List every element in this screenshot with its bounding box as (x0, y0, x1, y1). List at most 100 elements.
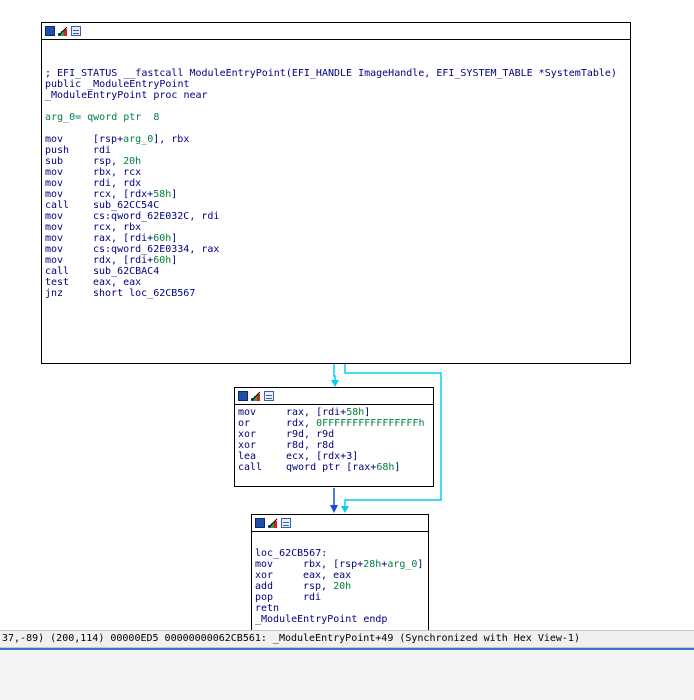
operands: cs:qword_62E032C, rdi (93, 211, 220, 222)
mnemonic: add (255, 581, 274, 592)
instruction-row[interactable]: mov rcx, [rdx+58h] (45, 189, 633, 200)
mnemonic: pop (255, 592, 274, 603)
instruction-row[interactable]: push rdi (45, 145, 633, 156)
edit-node-icon[interactable] (251, 391, 261, 401)
mnemonic: mov (45, 222, 64, 233)
graph-node-exit[interactable]: loc_62CB567: mov rbx, [rsp+28h+arg_0]xor e… (251, 514, 429, 630)
mnemonic: sub (45, 156, 64, 167)
mnemonic: mov (238, 407, 257, 418)
mnemonic: mov (45, 178, 64, 189)
graph-node-fallthrough[interactable]: mov rax, [rdi+58h] or rdx, 0FFFFFFFFFFFFFFF… (234, 387, 434, 487)
operands: rsp, 20h (303, 581, 352, 592)
instruction-row[interactable]: pop rdi (255, 592, 431, 603)
node-title-bar (42, 23, 630, 40)
instruction-row[interactable]: call sub_62CC54C (45, 200, 633, 211)
graph-node-entry[interactable]: ; EFI_STATUS __fastcall ModuleEntryPoint… (41, 22, 631, 364)
edge-jnz-arrow (341, 506, 349, 513)
instruction-row[interactable]: call qword ptr [rax+68h] (238, 462, 436, 473)
mnemonic: retn (255, 603, 280, 614)
edit-node-icon[interactable] (268, 518, 278, 528)
text-view-icon[interactable] (264, 391, 274, 401)
operands: qword ptr [rax+68h] (286, 462, 401, 473)
bottom-panel-divider (0, 648, 694, 650)
edit-node-icon[interactable] (58, 26, 68, 36)
instruction-row[interactable]: mov rbx, rcx (45, 167, 633, 178)
mnemonic: call (45, 266, 70, 277)
operands: sub_62CC54C (93, 200, 160, 211)
operands: rcx, rbx (93, 222, 142, 233)
operands: rdi (93, 145, 112, 156)
node-title-bar (252, 515, 428, 532)
edge-fallthrough-arrow (331, 380, 339, 387)
mnemonic: mov (45, 255, 64, 266)
mnemonic: lea (238, 451, 257, 462)
instruction-row[interactable]: xor eax, eax (255, 570, 431, 581)
mnemonic: mov (45, 134, 64, 145)
mnemonic: push (45, 145, 70, 156)
operands: rbx, rcx (93, 167, 142, 178)
proc-declaration: _ModuleEntryPoint proc near (45, 90, 208, 101)
graph-canvas[interactable]: ; EFI_STATUS __fastcall ModuleEntryPoint… (0, 0, 694, 630)
mnemonic: jnz (45, 288, 64, 299)
function-signature-comment: ; EFI_STATUS __fastcall ModuleEntryPoint… (45, 68, 617, 79)
instruction-row[interactable]: xor r9d, r9d (238, 429, 436, 440)
operands: rax, [rdi+60h] (93, 233, 178, 244)
instruction-row[interactable]: mov cs:qword_62E0334, rax (45, 244, 633, 255)
edge-flow-arrow (330, 505, 338, 513)
mnemonic: mov (45, 167, 64, 178)
operands: rbx, [rsp+28h+arg_0] (303, 559, 424, 570)
graph-node-icon[interactable] (255, 518, 265, 528)
mnemonic: xor (255, 570, 274, 581)
node-title-bar (235, 388, 433, 405)
text-view-icon[interactable] (281, 518, 291, 528)
mnemonic: or (238, 418, 251, 429)
instruction-row[interactable]: mov [rsp+arg_0], rbx (45, 134, 633, 145)
operands: eax, eax (303, 570, 352, 581)
location-label: loc_62CB567: (255, 548, 328, 559)
mnemonic: call (238, 462, 263, 473)
operands: r8d, r8d (286, 440, 335, 451)
instruction-row[interactable]: mov rbx, [rsp+28h+arg_0] (255, 559, 431, 570)
mnemonic: mov (45, 211, 64, 222)
instruction-row[interactable]: call sub_62CBAC4 (45, 266, 633, 277)
operands: r9d, r9d (286, 429, 335, 440)
operands: rsp, 20h (93, 156, 142, 167)
instruction-row[interactable]: mov cs:qword_62E032C, rdi (45, 211, 633, 222)
instruction-row[interactable]: mov rax, [rdi+60h] (45, 233, 633, 244)
instruction-row[interactable]: xor r8d, r8d (238, 440, 436, 451)
operands: eax, eax (93, 277, 142, 288)
instruction-row[interactable]: add rsp, 20h (255, 581, 431, 592)
instruction-row[interactable]: retn (255, 603, 431, 614)
mnemonic: call (45, 200, 70, 211)
status-bar-text: 37,-89) (200,114) 00000ED5 00000000062CB… (2, 633, 580, 644)
operands: cs:qword_62E0334, rax (93, 244, 220, 255)
instruction-row[interactable]: lea ecx, [rdx+3] (238, 451, 436, 462)
instruction-row[interactable]: mov rdi, rdx (45, 178, 633, 189)
endp-declaration: _ModuleEntryPoint endp (255, 614, 388, 625)
operands: rdi, rdx (93, 178, 142, 189)
operands: rdx, [rdi+60h] (93, 255, 178, 266)
mnemonic: xor (238, 429, 257, 440)
operands: rdi (303, 592, 322, 603)
operands: rdx, 0FFFFFFFFFFFFFFFFh (286, 418, 425, 429)
instruction-row[interactable]: jnz short loc_62CB567 (45, 288, 633, 299)
instruction-row[interactable]: mov rcx, rbx (45, 222, 633, 233)
instruction-row[interactable]: test eax, eax (45, 277, 633, 288)
instruction-row[interactable]: mov rax, [rdi+58h] (238, 407, 436, 418)
instruction-row[interactable]: or rdx, 0FFFFFFFFFFFFFFFFh (238, 418, 436, 429)
mnemonic: mov (255, 559, 274, 570)
operands: short loc_62CB567 (93, 288, 196, 299)
graph-node-icon[interactable] (238, 391, 248, 401)
text-view-icon[interactable] (71, 26, 81, 36)
graph-node-icon[interactable] (45, 26, 55, 36)
public-declaration: public _ModuleEntryPoint (45, 79, 190, 90)
instruction-row[interactable]: sub rsp, 20h (45, 156, 633, 167)
mnemonic: mov (45, 189, 64, 200)
mnemonic: test (45, 277, 70, 288)
mnemonic: mov (45, 244, 64, 255)
operands: sub_62CBAC4 (93, 266, 160, 277)
instruction-row[interactable]: mov rdx, [rdi+60h] (45, 255, 633, 266)
operands: [rsp+arg_0], rbx (93, 134, 190, 145)
operands: ecx, [rdx+3] (286, 451, 359, 462)
mnemonic: mov (45, 233, 64, 244)
